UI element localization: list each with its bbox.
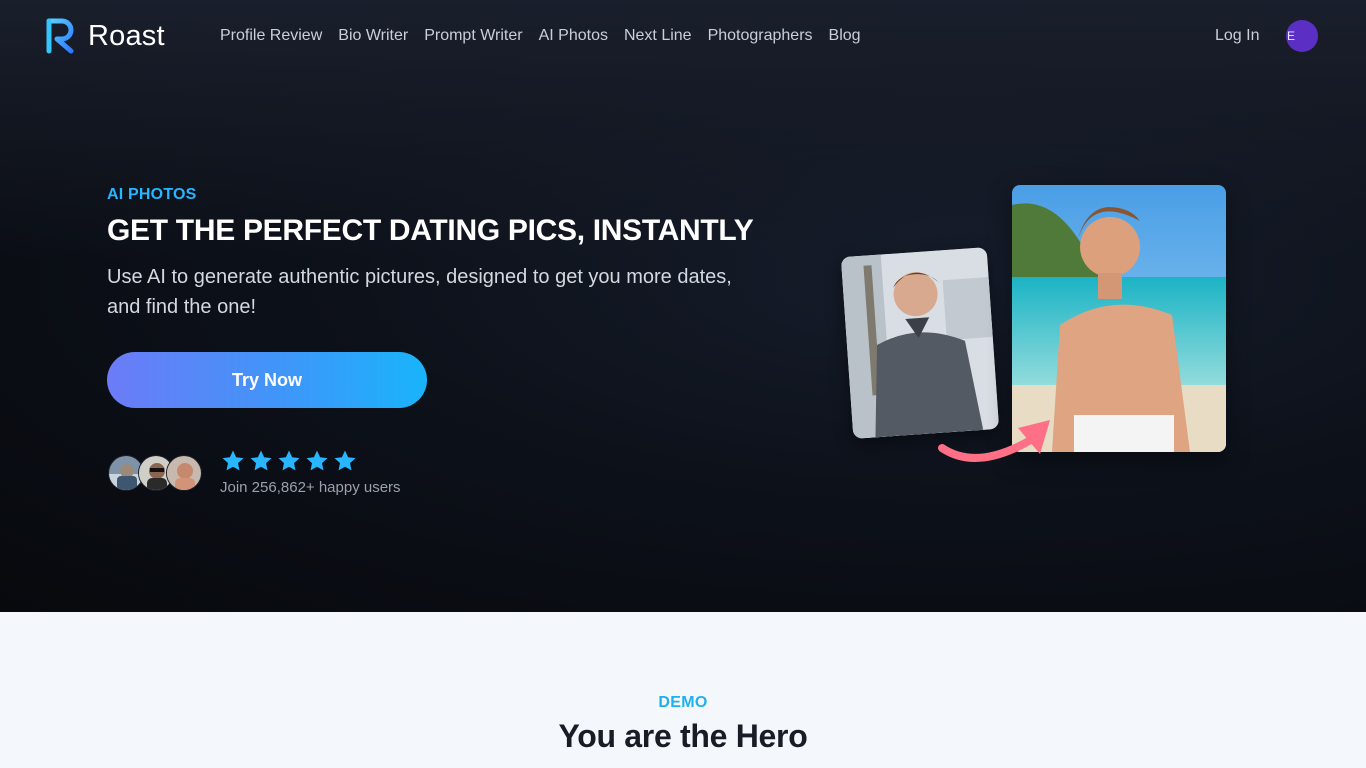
user-avatar-3	[166, 455, 202, 491]
star-icon	[334, 450, 356, 471]
nav-item-ai-photos[interactable]: AI Photos	[539, 26, 608, 46]
star-icon	[222, 450, 244, 471]
nav-item-prompt-writer[interactable]: Prompt Writer	[424, 26, 522, 46]
user-avatars	[108, 455, 204, 493]
nav-item-blog[interactable]: Blog	[829, 26, 861, 46]
nav-item-bio-writer[interactable]: Bio Writer	[338, 26, 408, 46]
logo[interactable]: Roast	[46, 18, 165, 54]
hero-subtitle: Use AI to generate authentic pictures, d…	[107, 266, 732, 318]
transform-arrow-icon	[938, 420, 1050, 462]
nav-item-profile-review[interactable]: Profile Review	[220, 26, 322, 46]
nav-item-photographers[interactable]: Photographers	[708, 26, 813, 46]
user-avatar-button[interactable]: E	[1286, 20, 1318, 52]
star-icon	[278, 450, 300, 471]
user-initial: E	[1287, 29, 1296, 43]
main-nav: Profile Review Bio Writer Prompt Writer …	[220, 26, 877, 46]
nav-item-next-line[interactable]: Next Line	[624, 26, 692, 46]
star-icon	[250, 450, 272, 471]
rating-stars	[221, 449, 357, 473]
demo-eyebrow: DEMO	[658, 694, 708, 711]
hero-section: Roast Profile Review Bio Writer Prompt W…	[0, 0, 1366, 612]
star-icon	[306, 450, 328, 471]
hero-eyebrow: AI PHOTOS	[107, 186, 197, 203]
try-now-button[interactable]: Try Now	[107, 352, 427, 408]
demo-section: DEMO You are the Hero	[0, 612, 1366, 768]
roast-logo-icon	[46, 18, 74, 54]
logo-text: Roast	[88, 19, 165, 52]
social-proof-text: Join 256,862+ happy users	[220, 479, 401, 496]
demo-title: You are the Hero	[558, 718, 808, 754]
hero-title: GET THE PERFECT DATING PICS, INSTANTLY	[107, 214, 754, 247]
login-link[interactable]: Log In	[1215, 26, 1259, 46]
